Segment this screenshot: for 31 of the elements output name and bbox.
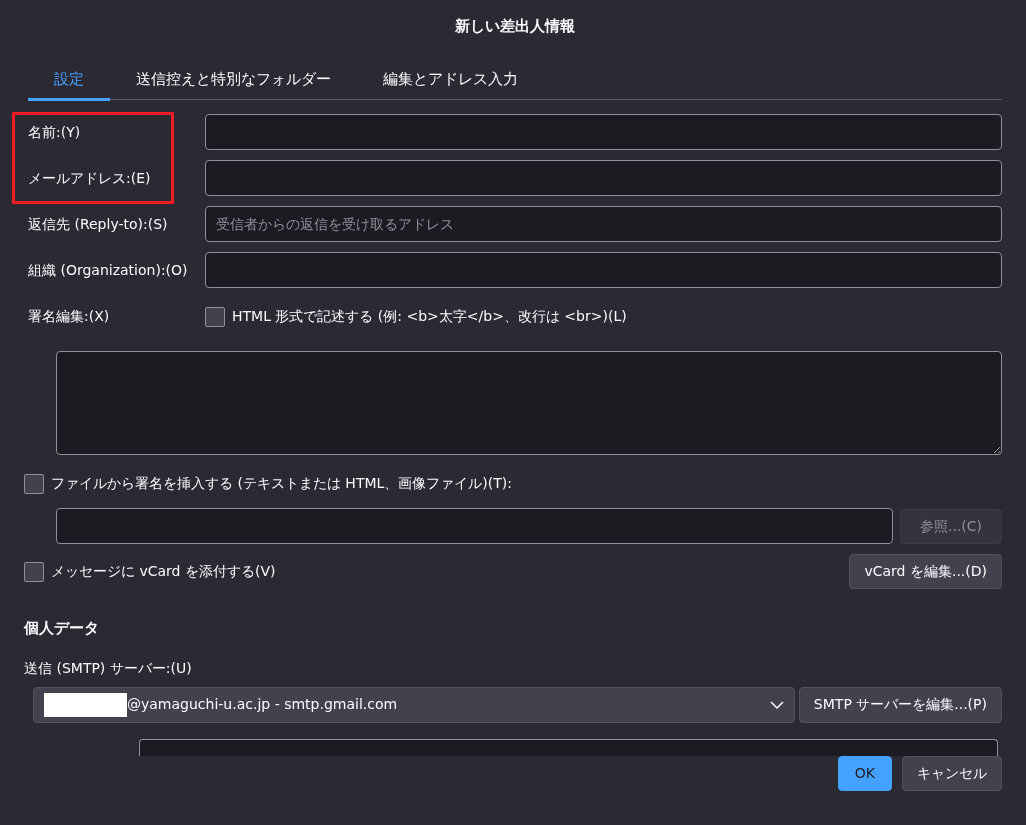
field-label: 署名編集:(X): [28, 307, 111, 326]
checkbox[interactable]: [24, 473, 44, 494]
checkbox[interactable]: [24, 561, 44, 582]
chevron-down-icon: [770, 700, 785, 709]
field-label: 返信先 (Reply-to):(S): [28, 214, 169, 234]
input-field[interactable]: [205, 114, 1002, 150]
edit-smtp-button[interactable]: SMTP サーバーを編集...(P): [798, 686, 1002, 723]
input-field[interactable]: [205, 160, 1002, 196]
file-path-field[interactable]: [56, 508, 893, 544]
field-label: メールアドレス:(E): [28, 168, 152, 188]
input-field[interactable]: 受信者からの返信を受け取るアドレス: [205, 206, 1002, 242]
window-title: 新しい差出人情報: [454, 16, 576, 37]
tab[interactable]: 送信控えと特別なフォルダー: [110, 61, 357, 101]
signature-text-area[interactable]: [56, 351, 1002, 455]
input-field[interactable]: [139, 738, 998, 756]
checkbox-label: ファイルから署名を挿入する (テキストまたは HTML、画像ファイル)(T):: [51, 474, 512, 493]
dropdown-value: @yamaguchi-u.ac.jp - smtp.gmail.com: [127, 695, 399, 714]
tab[interactable]: 編集とアドレス入力: [357, 61, 544, 101]
checkbox-label: HTML 形式で記述する (例: <b>太字</b>、改行は <br>)(L): [232, 307, 627, 326]
edit-vcard-button[interactable]: vCard を編集...(D): [849, 554, 1002, 589]
field-label: 名前:(Y): [28, 122, 82, 142]
field-label: 送信 (SMTP) サーバー:(U): [24, 658, 193, 678]
checkbox-label: メッセージに vCard を添付する(V): [51, 562, 276, 581]
section-heading: 個人データ: [24, 618, 100, 639]
smtp-server-dropdown[interactable]: @yamaguchi-u.ac.jp - smtp.gmail.com: [33, 686, 796, 723]
field-label: 組織 (Organization):(O): [28, 260, 189, 280]
input-field[interactable]: [205, 252, 1002, 288]
ok-button[interactable]: OK: [837, 756, 892, 791]
checkbox[interactable]: [205, 306, 225, 327]
tab[interactable]: 設定: [28, 61, 110, 101]
cancel-button[interactable]: キャンセル: [902, 756, 1002, 791]
